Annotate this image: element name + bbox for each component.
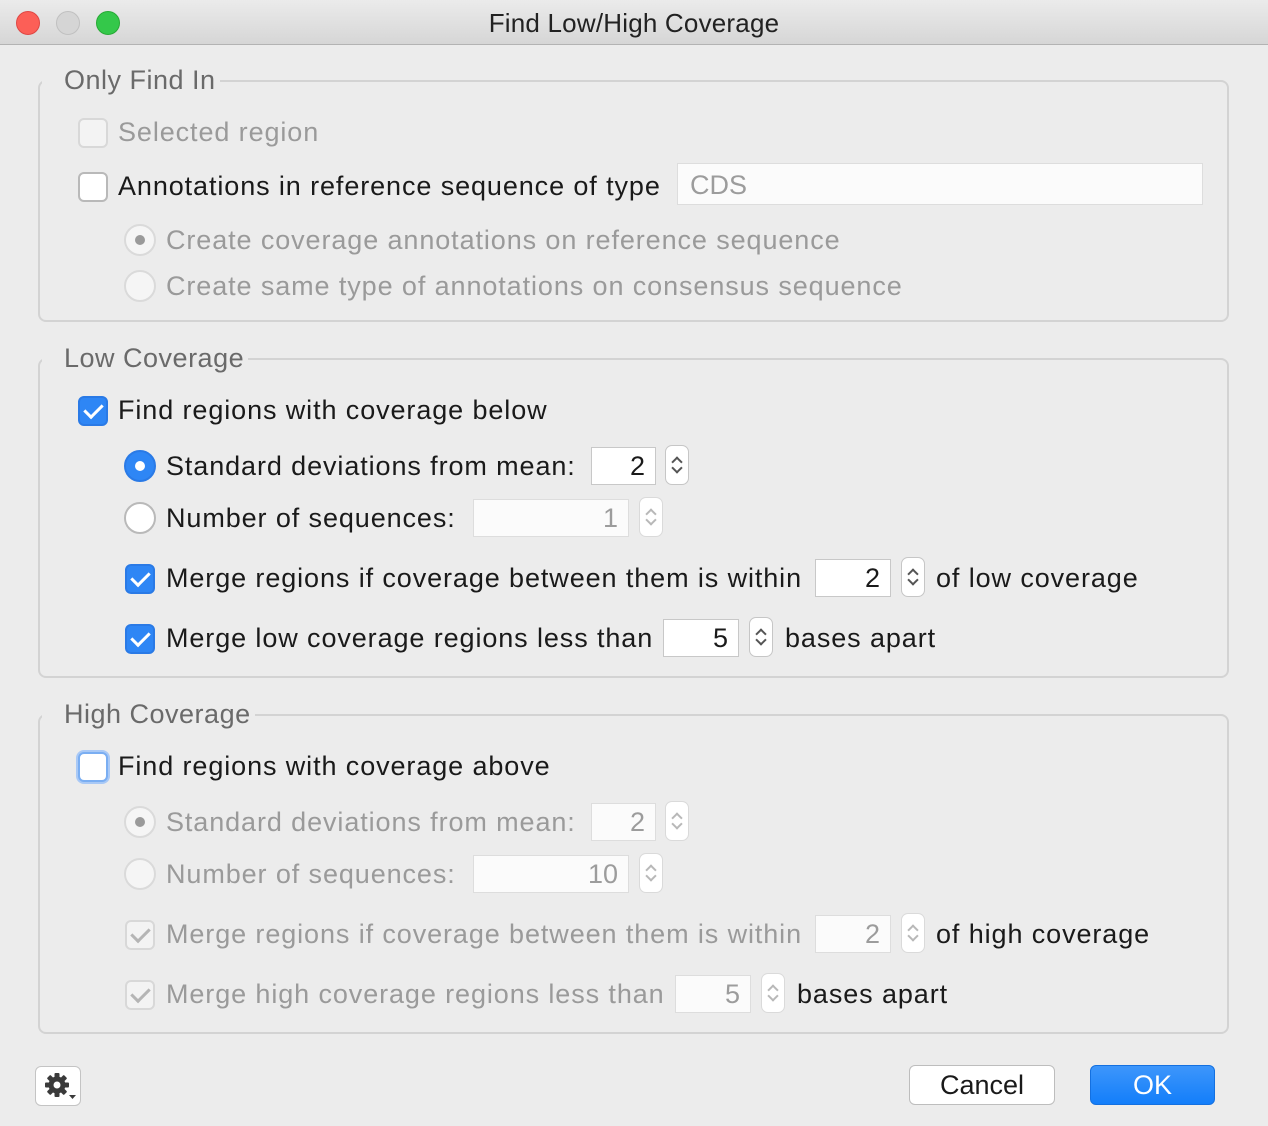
low-num-seq-label: Number of sequences: bbox=[166, 503, 456, 533]
ok-button[interactable]: OK bbox=[1090, 1065, 1215, 1105]
high-merge-apart-suffix: bases apart bbox=[797, 979, 948, 1009]
high-merge-within-suffix: of high coverage bbox=[936, 919, 1151, 949]
low-merge-apart-label: Merge low coverage regions less than bbox=[166, 623, 654, 653]
low-merge-within-suffix: of low coverage bbox=[936, 563, 1139, 593]
high-merge-apart-stepper[interactable] bbox=[761, 973, 785, 1013]
annotation-type-input[interactable]: CDS bbox=[677, 163, 1203, 205]
low-std-dev-input[interactable]: 2 bbox=[591, 447, 656, 485]
find-low-coverage-checkbox[interactable] bbox=[78, 396, 108, 426]
high-num-seq-label: Number of sequences: bbox=[166, 859, 456, 889]
low-std-dev-radio[interactable] bbox=[124, 450, 156, 482]
low-num-seq-input[interactable]: 1 bbox=[473, 499, 629, 537]
title-bar: Find Low/High Coverage bbox=[0, 0, 1268, 45]
low-num-seq-radio[interactable] bbox=[124, 502, 156, 534]
low-std-dev-stepper[interactable] bbox=[665, 445, 689, 485]
high-num-seq-stepper[interactable] bbox=[639, 853, 663, 893]
create-on-reference-radio[interactable] bbox=[124, 224, 156, 256]
gear-icon bbox=[45, 1073, 76, 1099]
annotations-checkbox[interactable] bbox=[78, 172, 108, 202]
annotations-label: Annotations in reference sequence of typ… bbox=[118, 171, 661, 201]
window-title: Find Low/High Coverage bbox=[488, 8, 780, 38]
low-num-seq-stepper[interactable] bbox=[639, 497, 663, 537]
high-std-dev-input[interactable]: 2 bbox=[591, 803, 656, 841]
low-merge-within-label: Merge regions if coverage between them i… bbox=[166, 563, 802, 593]
create-on-consensus-radio[interactable] bbox=[124, 270, 156, 302]
high-merge-apart-input[interactable]: 5 bbox=[675, 975, 751, 1013]
low-merge-apart-suffix: bases apart bbox=[785, 623, 936, 653]
low-merge-apart-stepper[interactable] bbox=[749, 617, 773, 657]
high-merge-within-label: Merge regions if coverage between them i… bbox=[166, 919, 802, 949]
options-button[interactable] bbox=[35, 1066, 81, 1106]
find-low-coverage-label: Find regions with coverage below bbox=[118, 395, 548, 425]
only-find-in-legend: Only Find In bbox=[42, 65, 220, 96]
create-on-reference-label: Create coverage annotations on reference… bbox=[166, 225, 841, 255]
low-merge-apart-input[interactable]: 5 bbox=[663, 619, 739, 657]
high-merge-within-checkbox[interactable] bbox=[125, 920, 155, 950]
low-std-dev-label: Standard deviations from mean: bbox=[166, 451, 576, 481]
find-high-coverage-checkbox[interactable] bbox=[78, 752, 108, 782]
find-high-coverage-label: Find regions with coverage above bbox=[118, 751, 551, 781]
high-num-seq-radio[interactable] bbox=[124, 858, 156, 890]
cancel-button[interactable]: Cancel bbox=[909, 1065, 1055, 1105]
selected-region-checkbox[interactable] bbox=[78, 118, 108, 148]
high-num-seq-input[interactable]: 10 bbox=[473, 855, 629, 893]
selected-region-label: Selected region bbox=[118, 117, 320, 147]
high-std-dev-label: Standard deviations from mean: bbox=[166, 807, 576, 837]
high-merge-within-stepper[interactable] bbox=[901, 913, 925, 953]
high-coverage-legend: High Coverage bbox=[42, 699, 255, 730]
create-on-consensus-label: Create same type of annotations on conse… bbox=[166, 271, 903, 301]
high-std-dev-radio[interactable] bbox=[124, 806, 156, 838]
high-merge-within-input[interactable]: 2 bbox=[815, 915, 891, 953]
low-merge-within-checkbox[interactable] bbox=[125, 564, 155, 594]
high-std-dev-stepper[interactable] bbox=[665, 801, 689, 841]
high-merge-apart-checkbox[interactable] bbox=[125, 980, 155, 1010]
low-coverage-legend: Low Coverage bbox=[42, 343, 249, 374]
high-merge-apart-label: Merge high coverage regions less than bbox=[166, 979, 665, 1009]
low-merge-apart-checkbox[interactable] bbox=[125, 624, 155, 654]
low-merge-within-input[interactable]: 2 bbox=[815, 559, 891, 597]
low-merge-within-stepper[interactable] bbox=[901, 557, 925, 597]
